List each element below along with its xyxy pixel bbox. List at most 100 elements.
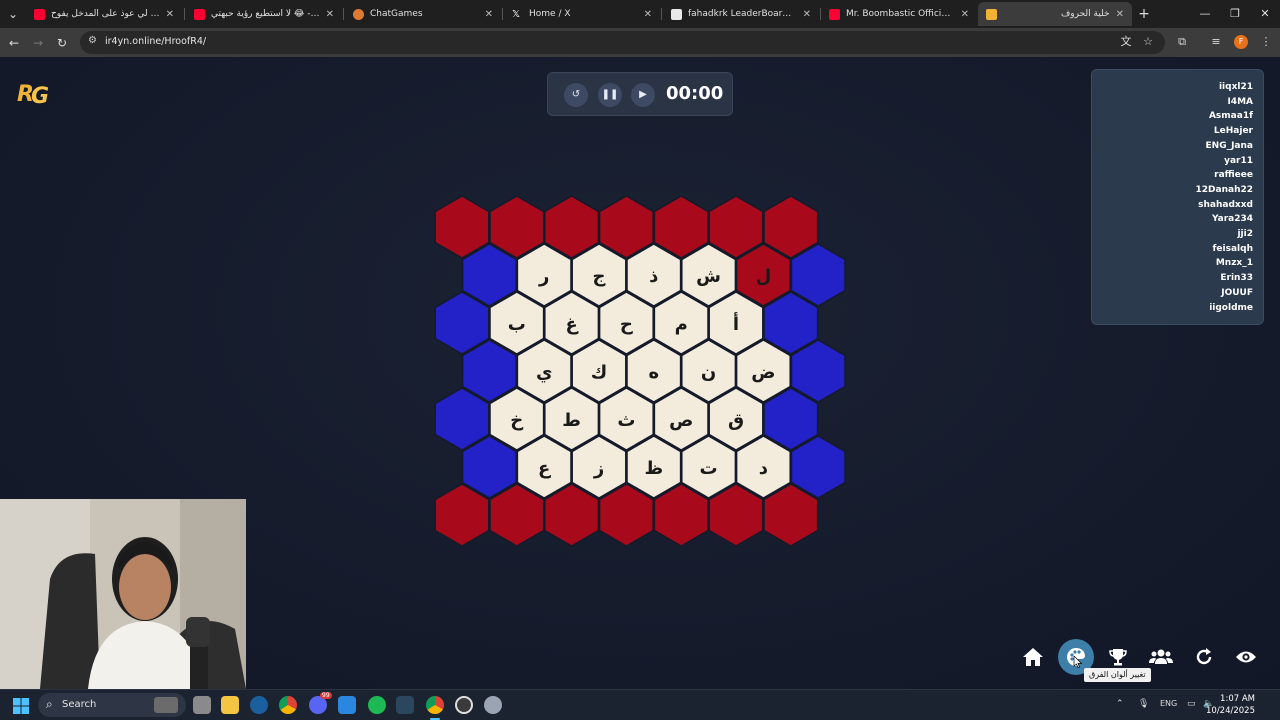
home-button[interactable]	[1015, 639, 1051, 675]
restart-button[interactable]	[1186, 639, 1222, 675]
browser-tab-2[interactable]: لا استطيع رؤية حبهتي 😂 - YouTube ✕	[186, 2, 342, 26]
tab-title: خلية الحروف	[1060, 9, 1110, 19]
close-tab-icon[interactable]: ✕	[803, 9, 811, 20]
hex-letter: ب	[508, 314, 526, 335]
obs-icon[interactable]	[455, 696, 473, 714]
tab-title: ChatGames	[370, 9, 423, 19]
bookmark-star-icon[interactable]: ☆	[1140, 34, 1156, 50]
eye-icon	[1236, 651, 1256, 663]
taskbar-search[interactable]: ⌕ Search	[38, 693, 186, 717]
hex-letter: ي	[536, 362, 553, 383]
windows-start-icon[interactable]	[13, 698, 29, 714]
microphone-icon[interactable]: 🎙	[1138, 699, 1149, 709]
translate-icon[interactable]: 文	[1118, 34, 1134, 50]
window-controls: — ❐ ✕	[1190, 0, 1280, 28]
team-icon	[1149, 649, 1173, 664]
url-field[interactable]: ⚙ ir4yn.online/HroofR4/	[80, 31, 1165, 54]
hex-letter: د	[759, 458, 768, 479]
youtube-favicon-icon	[194, 8, 205, 20]
game-page: R G ↺ ❚❚ ▶ 00:00 iiqxl21 I4MA Asmaa1f LeHaj…	[0, 57, 1280, 689]
view-toggle-button[interactable]	[1228, 639, 1264, 675]
refresh-icon	[1196, 648, 1212, 665]
mail-icon[interactable]	[338, 696, 356, 714]
extensions-icon[interactable]: ⧉	[1174, 34, 1190, 50]
spotify-icon[interactable]	[368, 696, 386, 714]
close-tab-icon[interactable]: ✕	[1116, 9, 1124, 20]
close-tab-icon[interactable]: ✕	[644, 9, 652, 20]
hex-letter: ك	[591, 362, 608, 383]
hex-letter: ح	[620, 314, 633, 335]
browser-tab-6[interactable]: Mr. Boombastic Official Music V ✕	[821, 2, 977, 26]
discord-badge: 99	[320, 692, 332, 699]
browser-tab-bar: ⌄ حطيت لي عوذ على المدخل يفوح ✕ لا استطي…	[0, 0, 1280, 28]
hex-letter: ش	[696, 266, 721, 287]
hex-letter: ت	[700, 458, 718, 479]
new-tab-button[interactable]: +	[1135, 5, 1153, 23]
url-text: ir4yn.online/HroofR4/	[105, 36, 207, 47]
hex-letter: غ	[565, 314, 578, 335]
windows-taskbar: ⌕ Search 99 ⌃ 🎙 ENG ▭ 🔈 1:07 AM 10/24/20…	[0, 689, 1280, 720]
close-tab-icon[interactable]: ✕	[166, 9, 174, 20]
minimize-icon[interactable]: —	[1190, 0, 1220, 28]
tab-title: حطيت لي عوذ على المدخل يفوح	[51, 9, 160, 19]
close-tab-icon[interactable]: ✕	[961, 9, 969, 20]
system-clock[interactable]: 1:07 AM 10/24/2025	[1206, 693, 1255, 717]
chrome-icon[interactable]	[279, 696, 297, 714]
profile-avatar[interactable]: F	[1234, 35, 1248, 49]
task-view-icon[interactable]	[193, 696, 211, 714]
maximize-icon[interactable]: ❐	[1220, 0, 1250, 28]
close-window-icon[interactable]: ✕	[1250, 0, 1280, 28]
hex-letter: ط	[562, 410, 581, 431]
menu-kebab-icon[interactable]: ⋮	[1258, 34, 1274, 50]
forward-icon[interactable]: →	[29, 34, 47, 52]
browser-tab-3[interactable]: ChatGames ✕	[345, 2, 501, 26]
hex-letter: م	[675, 314, 688, 335]
tray-expand-icon[interactable]: ⌃	[1116, 699, 1124, 709]
hex-letter: ه	[648, 362, 659, 383]
hex-letter: ض	[751, 362, 775, 383]
clock-date: 10/24/2025	[1206, 706, 1255, 716]
browser-tab-5[interactable]: fahadkrk LeaderBoard | The be ✕	[663, 2, 819, 26]
webcam-overlay	[0, 499, 246, 689]
hex-letter: ر	[538, 266, 549, 287]
reload-icon[interactable]: ↻	[53, 34, 71, 52]
tab-title: لا استطيع رؤية حبهتي 😂 - YouTube	[211, 9, 320, 19]
search-label: Search	[62, 699, 97, 710]
clock-time: 1:07 AM	[1220, 694, 1255, 704]
hex-letter: ظ	[644, 458, 663, 479]
close-tab-icon[interactable]: ✕	[485, 9, 493, 20]
browser-tab-4[interactable]: 𝕏 Home / X ✕	[504, 2, 660, 26]
search-highlight-icon	[154, 697, 178, 713]
steam-icon[interactable]	[396, 696, 414, 714]
chatgames-favicon-icon	[353, 8, 364, 20]
youtube-favicon-icon	[34, 8, 45, 20]
chrome-icon[interactable]	[426, 696, 444, 714]
close-tab-icon[interactable]: ✕	[326, 9, 334, 20]
network-icon[interactable]: ▭	[1187, 699, 1196, 709]
site-info-icon[interactable]: ⚙	[88, 35, 97, 46]
file-explorer-icon[interactable]	[221, 696, 239, 714]
media-controls-icon[interactable]: ≡	[1208, 34, 1224, 50]
tooltip-text: تغيير ألوان الفرق	[1084, 668, 1151, 682]
hex-letter: ع	[538, 458, 551, 479]
youtube-favicon-icon	[829, 8, 840, 20]
x-logo-icon: 𝕏	[512, 8, 521, 20]
home-icon	[1023, 648, 1043, 666]
hex-letter: خ	[510, 410, 523, 431]
hex-letter: ن	[701, 362, 716, 383]
tab-search-button[interactable]: ⌄	[4, 5, 22, 23]
site-logo-favicon-icon	[986, 8, 997, 20]
language-indicator[interactable]: ENG	[1160, 699, 1177, 708]
hex-letter: ص	[669, 410, 693, 431]
hex-letter: ز	[593, 458, 604, 479]
steam-icon[interactable]	[250, 696, 268, 714]
hex-letter: ث	[617, 410, 635, 431]
browser-tab-active[interactable]: خلية الحروف ✕	[978, 2, 1132, 26]
settings-gear-icon[interactable]	[484, 696, 502, 714]
tab-title: Mr. Boombastic Official Music V	[846, 9, 955, 19]
leaderboard-favicon-icon	[671, 8, 682, 20]
back-icon[interactable]: ←	[5, 34, 23, 52]
tab-title: fahadkrk LeaderBoard | The be	[688, 9, 797, 19]
browser-tab-1[interactable]: حطيت لي عوذ على المدخل يفوح ✕	[26, 2, 182, 26]
tab-title: Home / X	[529, 9, 571, 19]
